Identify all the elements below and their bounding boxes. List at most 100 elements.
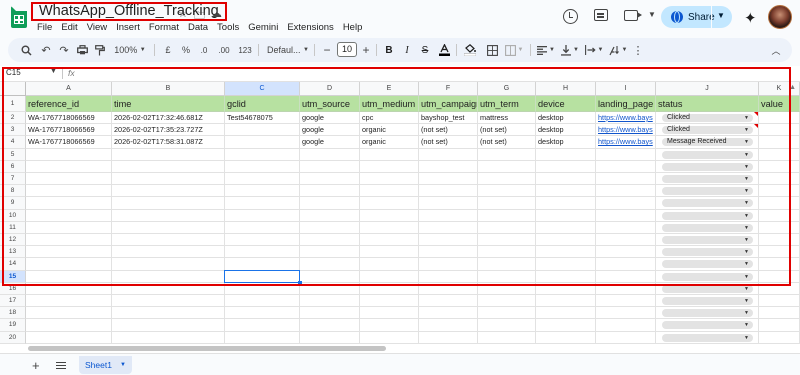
- font-size-input[interactable]: 10: [337, 42, 357, 57]
- increase-decimal-button[interactable]: .00: [215, 38, 233, 62]
- cell-landing-page[interactable]: [596, 307, 656, 320]
- cell-time[interactable]: [112, 307, 225, 320]
- horizontal-scrollbar[interactable]: [28, 346, 386, 351]
- menu-data[interactable]: Data: [188, 22, 208, 33]
- cell-utm-medium[interactable]: [360, 319, 419, 332]
- font-family-select[interactable]: Defaul... ▼: [264, 38, 312, 62]
- cell-utm-source[interactable]: [300, 295, 360, 308]
- status-cell[interactable]: ▼: [656, 319, 759, 332]
- menu-insert[interactable]: Insert: [116, 22, 140, 33]
- menu-format[interactable]: Format: [149, 22, 179, 33]
- menu-edit[interactable]: Edit: [61, 22, 77, 33]
- add-sheet-icon[interactable]: +: [32, 358, 40, 373]
- gemini-sparkle-icon[interactable]: ✦: [744, 9, 757, 27]
- increase-font-size-button[interactable]: +: [360, 38, 372, 62]
- text-color-icon[interactable]: [436, 38, 452, 62]
- sheet-tab[interactable]: Sheet1 ▼: [79, 356, 132, 374]
- strikethrough-button[interactable]: S: [418, 38, 432, 62]
- cell-gclid[interactable]: [225, 319, 300, 332]
- cell-device[interactable]: [536, 331, 596, 344]
- number-format-button[interactable]: 123: [237, 38, 253, 62]
- decrease-decimal-button[interactable]: .0: [197, 38, 211, 62]
- cell-utm-source[interactable]: [300, 319, 360, 332]
- cell-value[interactable]: [759, 331, 800, 344]
- meet-icon[interactable]: [624, 10, 642, 21]
- cell-device[interactable]: [536, 295, 596, 308]
- status-cell[interactable]: ▼: [656, 307, 759, 320]
- dropdown-arrow-icon[interactable]: ▼: [744, 321, 749, 329]
- borders-icon[interactable]: [484, 38, 500, 62]
- cell-device[interactable]: [536, 307, 596, 320]
- cell-utm-campaign[interactable]: [419, 307, 478, 320]
- paint-format-icon[interactable]: [92, 38, 108, 62]
- italic-button[interactable]: I: [400, 38, 414, 62]
- undo-icon[interactable]: ↶: [38, 38, 54, 62]
- text-rotation-icon[interactable]: ▼: [608, 38, 628, 62]
- cell-reference-id[interactable]: [26, 319, 112, 332]
- menu-help[interactable]: Help: [343, 22, 363, 33]
- cell-reference-id[interactable]: [26, 307, 112, 320]
- cell-gclid[interactable]: [225, 307, 300, 320]
- cell-time[interactable]: [112, 319, 225, 332]
- cell-value[interactable]: [759, 307, 800, 320]
- cell-reference-id[interactable]: [26, 331, 112, 344]
- cell-utm-campaign[interactable]: [419, 319, 478, 332]
- more-options-icon[interactable]: ⋮: [630, 38, 646, 62]
- menu-tools[interactable]: Tools: [217, 22, 239, 33]
- cell-utm-source[interactable]: [300, 307, 360, 320]
- text-wrap-icon[interactable]: ▼: [584, 38, 604, 62]
- sheet-tab-menu-icon[interactable]: ▼: [120, 356, 126, 374]
- cell-utm-source[interactable]: [300, 331, 360, 344]
- version-history-icon[interactable]: [563, 9, 578, 24]
- menu-gemini[interactable]: Gemini: [248, 22, 278, 33]
- row-header[interactable]: 17: [0, 295, 26, 308]
- cell-utm-term[interactable]: [478, 295, 536, 308]
- account-avatar[interactable]: [768, 5, 792, 29]
- status-dropdown[interactable]: ▼: [662, 321, 753, 330]
- comments-icon[interactable]: [594, 9, 608, 21]
- status-cell[interactable]: ▼: [656, 331, 759, 344]
- status-dropdown[interactable]: ▼: [662, 333, 753, 342]
- all-sheets-menu-icon[interactable]: [56, 362, 66, 369]
- redo-icon[interactable]: ↷: [56, 38, 72, 62]
- row-header[interactable]: 19: [0, 319, 26, 332]
- dropdown-arrow-icon[interactable]: ▼: [744, 309, 749, 317]
- cell-landing-page[interactable]: [596, 295, 656, 308]
- bold-button[interactable]: B: [382, 38, 396, 62]
- share-dropdown-icon[interactable]: ▼: [717, 11, 725, 20]
- cell-gclid[interactable]: [225, 331, 300, 344]
- status-dropdown[interactable]: ▼: [662, 297, 753, 305]
- share-button[interactable]: Share ▼: [661, 6, 732, 28]
- collapse-toolbar-icon[interactable]: ︿: [768, 38, 784, 62]
- sheets-logo-icon[interactable]: [11, 6, 27, 28]
- percent-format-button[interactable]: %: [180, 38, 192, 62]
- dropdown-arrow-icon[interactable]: ▼: [744, 297, 749, 305]
- cell-utm-term[interactable]: [478, 307, 536, 320]
- status-dropdown[interactable]: ▼: [662, 309, 753, 318]
- cell-utm-campaign[interactable]: [419, 295, 478, 308]
- currency-format-button[interactable]: £: [162, 38, 174, 62]
- zoom-select[interactable]: 100% ▼: [112, 38, 148, 62]
- cell-utm-medium[interactable]: [360, 307, 419, 320]
- chevron-down-icon[interactable]: ▼: [648, 10, 656, 19]
- cell-device[interactable]: [536, 319, 596, 332]
- cell-time[interactable]: [112, 331, 225, 344]
- cell-utm-term[interactable]: [478, 331, 536, 344]
- cell-landing-page[interactable]: [596, 331, 656, 344]
- menu-file[interactable]: File: [37, 22, 52, 33]
- cell-value[interactable]: [759, 295, 800, 308]
- menu-extensions[interactable]: Extensions: [287, 22, 333, 33]
- print-icon[interactable]: [74, 38, 90, 62]
- cell-gclid[interactable]: [225, 295, 300, 308]
- cell-time[interactable]: [112, 295, 225, 308]
- cell-landing-page[interactable]: [596, 319, 656, 332]
- cell-utm-term[interactable]: [478, 319, 536, 332]
- row-header[interactable]: 18: [0, 307, 26, 320]
- decrease-font-size-button[interactable]: −: [321, 38, 333, 62]
- horizontal-align-icon[interactable]: ▼: [536, 38, 556, 62]
- dropdown-arrow-icon[interactable]: ▼: [744, 334, 749, 342]
- search-menus-icon[interactable]: [18, 38, 34, 62]
- cell-value[interactable]: [759, 319, 800, 332]
- status-cell[interactable]: ▼: [656, 295, 759, 308]
- cell-utm-medium[interactable]: [360, 295, 419, 308]
